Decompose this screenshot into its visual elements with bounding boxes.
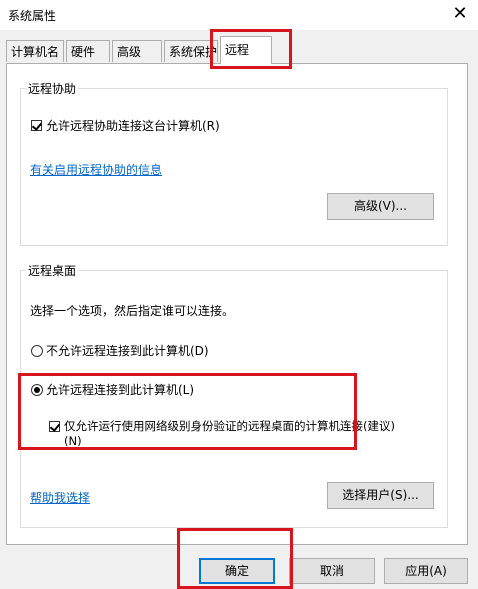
tab-computer-name[interactable]: 计算机名 xyxy=(6,40,64,62)
ok-button[interactable]: 确定 xyxy=(199,558,275,584)
title-bar xyxy=(0,0,478,30)
remote-assistance-info-link[interactable]: 有关启用远程协助的信息 xyxy=(30,161,162,178)
remote-desktop-title: 远程桌面 xyxy=(26,262,79,279)
allow-remote-assistance-checkbox[interactable] xyxy=(31,120,42,131)
nla-checkbox[interactable] xyxy=(49,421,60,432)
tab-hardware[interactable]: 硬件 xyxy=(66,40,110,62)
deny-remote-radio[interactable] xyxy=(31,345,43,357)
deny-remote-label[interactable]: 不允许远程连接到此计算机(D) xyxy=(46,342,209,359)
nla-label-shortcut[interactable]: (N) xyxy=(64,434,82,448)
window-title: 系统属性 xyxy=(8,9,57,23)
allow-remote-radio[interactable] xyxy=(31,384,43,396)
help-me-choose-link[interactable]: 帮助我选择 xyxy=(30,489,90,506)
tab-remote[interactable]: 远程 xyxy=(220,36,272,64)
remote-assistance-title: 远程协助 xyxy=(26,80,79,97)
allow-remote-label[interactable]: 允许远程连接到此计算机(L) xyxy=(46,381,194,398)
select-users-button[interactable]: 选择用户(S)... xyxy=(327,482,434,509)
close-icon[interactable]: ✕ xyxy=(446,2,474,26)
remote-desktop-instruction: 选择一个选项，然后指定谁可以连接。 xyxy=(30,304,235,318)
allow-remote-assistance-label[interactable]: 允许远程协助连接这台计算机(R) xyxy=(46,117,220,134)
advanced-button[interactable]: 高级(V)... xyxy=(327,193,434,220)
tab-system-protection[interactable]: 系统保护 xyxy=(164,40,218,62)
cancel-button[interactable]: 取消 xyxy=(289,558,375,584)
nla-label[interactable]: 仅允许运行使用网络级别身份验证的远程桌面的计算机连接(建议) xyxy=(64,418,395,434)
apply-button[interactable]: 应用(A) xyxy=(384,558,468,584)
tab-advanced[interactable]: 高级 xyxy=(112,40,162,62)
